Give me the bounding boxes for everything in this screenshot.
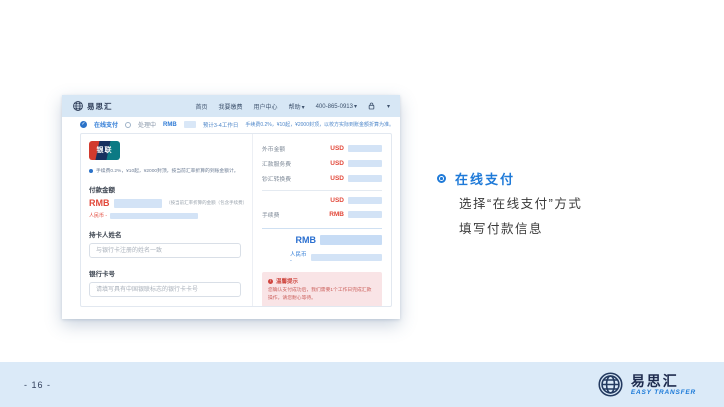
summary-row: 外币金额 USD	[262, 144, 382, 153]
payment-summary: 外币金额 USD 汇款服务费 USD 钞汇转换费 USD USD 手续费 RM	[253, 134, 391, 306]
nav-links: 首页 我要缴费 用户中心 帮助 400-865-0913	[196, 102, 390, 111]
globe-icon	[72, 100, 84, 112]
redacted-amount	[184, 121, 196, 128]
alert-body: 您确认支付成功后，我们需要1个工作日完成汇款操作，请您耐心等待。	[268, 287, 376, 302]
fee-currency: RMB	[329, 211, 344, 218]
brand-name-en: EASY TRANSFER	[631, 389, 696, 396]
redacted-amount-value	[114, 199, 163, 208]
info-dot-icon	[89, 169, 93, 173]
redacted-value	[348, 175, 382, 182]
redacted-value	[348, 160, 382, 167]
amount-sub-row: 人民币 -	[89, 212, 244, 219]
nav-item-help[interactable]: 帮助	[289, 102, 305, 111]
card-number-label: 银行卡号	[89, 268, 244, 278]
annotation-block: 在线支付 选择“在线支付”方式 填写付款信息	[437, 169, 677, 238]
total-sub-label: 人民币 -	[290, 250, 308, 264]
page-number: - 16 -	[24, 380, 51, 390]
payment-form-card: 银联 手续费0.2%，¥10起，¥2000封顶，按当前汇率折算的到账金额计。 付…	[80, 133, 392, 307]
progress-currency: RMB	[163, 122, 177, 128]
brand-name-cn: 易思汇	[631, 374, 696, 389]
annotation-line: 填写付款信息	[459, 221, 677, 238]
card-number-input[interactable]	[89, 282, 241, 297]
summary-currency: USD	[330, 145, 344, 152]
summary-fee-row: 手续费 RMB	[262, 210, 382, 219]
summary-row: 钞汇转换费 USD	[262, 174, 382, 183]
step-processing: 处理中	[138, 120, 156, 129]
total-sub-row: 人民币 -	[262, 250, 382, 264]
redacted-amount-cny	[110, 213, 198, 219]
summary-currency: USD	[330, 160, 344, 167]
bullet-icon	[437, 174, 446, 183]
nav-item-home[interactable]: 首页	[196, 102, 208, 111]
annotation-title: 在线支付	[455, 169, 515, 188]
subtotal-currency: USD	[330, 197, 344, 204]
nav-item-user-center[interactable]: 用户中心	[254, 102, 278, 111]
summary-total-row: RMB	[262, 235, 382, 245]
step-pending-icon	[125, 122, 131, 128]
nav-item-pay[interactable]: 我要缴费	[219, 102, 243, 111]
summary-row-label: 汇款服务费	[262, 159, 291, 168]
progress-deadline: 预计3-4工作日	[203, 121, 238, 129]
amount-row: RMB （按当前汇率折算的金额（包含手续费））	[89, 198, 244, 208]
amount-sub-label: 人民币 -	[89, 212, 107, 219]
amount-label: 付款金额	[89, 184, 244, 194]
nav-account-dropdown[interactable]	[386, 103, 390, 110]
step-online-payment[interactable]: 在线支付	[94, 120, 118, 129]
step-check-icon	[80, 121, 87, 128]
payment-form: 银联 手续费0.2%，¥10起，¥2000封顶，按当前汇率折算的到账金额计。 付…	[81, 134, 253, 306]
nav-phone[interactable]: 400-865-0913	[316, 103, 357, 110]
summary-subtotal-row: USD	[262, 197, 382, 204]
alert-icon	[268, 279, 273, 284]
fee-label: 手续费	[262, 210, 279, 219]
redacted-total-cny	[311, 254, 382, 261]
footer-bar: - 16 - 易思汇 EASY TRANSFER	[0, 362, 724, 407]
fee-tip-text: 手续费0.2%，¥10起，¥2000封顶，按当前汇率折算的到账金额计。	[96, 167, 239, 174]
brand-logo: 易思汇 EASY TRANSFER	[597, 371, 696, 398]
unionpay-label: 银联	[89, 145, 120, 155]
brand-text: 易思汇 EASY TRANSFER	[631, 374, 696, 396]
redacted-total	[320, 235, 382, 245]
notice-alert: 温馨提示 您确认支付成功后，我们需要1个工作日完成汇款操作，请您耐心等待。	[262, 272, 382, 306]
app-logo-label: 易思汇	[87, 101, 113, 112]
globe-icon	[597, 371, 624, 398]
redacted-value	[348, 197, 382, 204]
progress-bar: 在线支付 处理中 RMB 预计3-4工作日 手续费0.2%，¥10起，¥2000…	[62, 117, 400, 132]
cardholder-name-label: 持卡人姓名	[89, 229, 244, 239]
total-currency: RMB	[296, 235, 317, 245]
unionpay-logo: 银联	[89, 141, 120, 160]
slide: 易思汇 首页 我要缴费 用户中心 帮助 400-865-0913 在线支付 处理	[0, 0, 724, 407]
annotation-title-row: 在线支付	[437, 169, 677, 188]
amount-currency: RMB	[89, 198, 110, 208]
app-navbar: 易思汇 首页 我要缴费 用户中心 帮助 400-865-0913	[62, 95, 400, 117]
redacted-value	[348, 145, 382, 152]
summary-row-label: 钞汇转换费	[262, 174, 291, 183]
fee-tip: 手续费0.2%，¥10起，¥2000封顶，按当前汇率折算的到账金额计。	[89, 167, 244, 174]
summary-currency: USD	[330, 175, 344, 182]
divider	[262, 228, 382, 229]
divider	[262, 190, 382, 191]
amount-note: （按当前汇率折算的金额（包含手续费））	[166, 200, 244, 206]
summary-row: 汇款服务费 USD	[262, 159, 382, 168]
summary-row-label: 外币金额	[262, 144, 285, 153]
redacted-value	[348, 211, 382, 218]
progress-fee-note: 手续费0.2%，¥10起，¥2000封顶，以校方实际到账金额折算为准。	[245, 121, 394, 128]
app-logo[interactable]: 易思汇	[72, 100, 113, 112]
annotation-line: 选择“在线支付”方式	[459, 196, 677, 213]
lock-icon[interactable]	[368, 102, 375, 110]
cardholder-name-input[interactable]	[89, 243, 241, 258]
alert-title: 温馨提示	[276, 277, 298, 285]
app-screenshot: 易思汇 首页 我要缴费 用户中心 帮助 400-865-0913 在线支付 处理	[62, 95, 400, 319]
